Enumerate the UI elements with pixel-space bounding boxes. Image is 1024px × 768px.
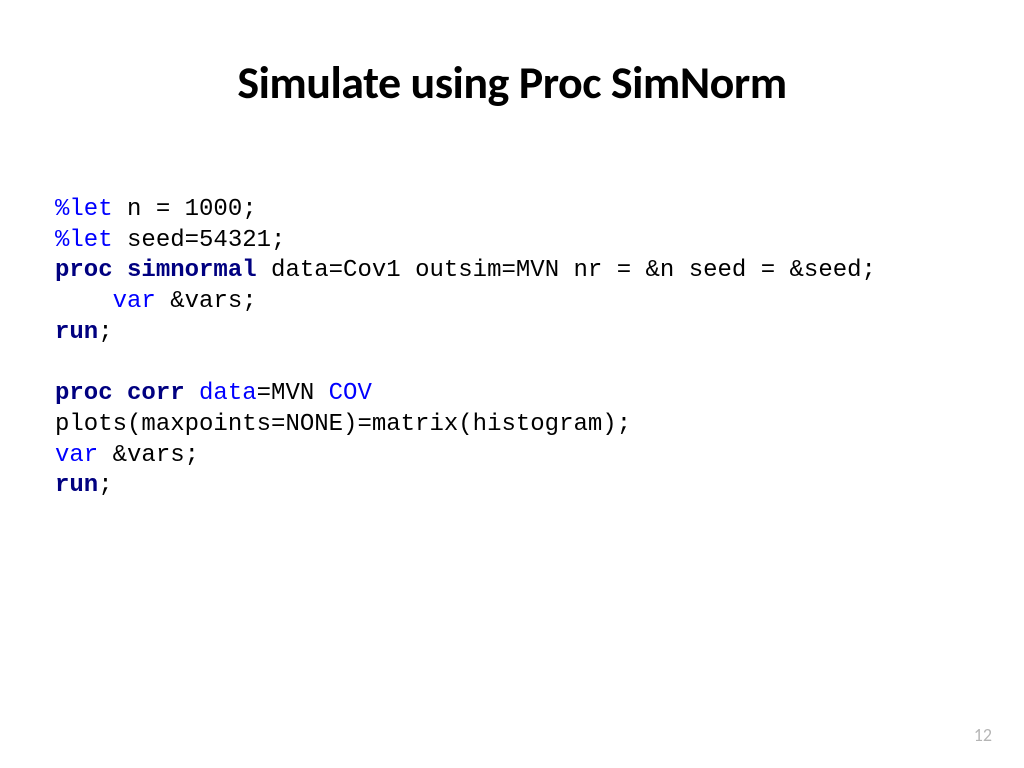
code-text: [185, 380, 199, 407]
code-keyword-run: run: [55, 319, 98, 346]
code-text: seed=54321;: [113, 227, 286, 254]
code-keyword-cov: COV: [329, 380, 372, 407]
code-block: %let n = 1000; %let seed=54321; proc sim…: [55, 195, 876, 502]
code-text: ;: [98, 472, 112, 499]
code-text: data=Cov1 outsim=MVN nr = &n seed = &see…: [257, 257, 876, 284]
code-text: ;: [98, 319, 112, 346]
code-keyword-simnormal: simnormal: [127, 257, 257, 284]
code-keyword-proc: proc: [55, 380, 113, 407]
code-text: [113, 257, 127, 284]
code-keyword-var: var: [55, 442, 98, 469]
code-keyword-let: %let: [55, 196, 113, 223]
code-text: =MVN: [257, 380, 329, 407]
slide-title: Simulate using Proc SimNorm: [0, 55, 1024, 111]
code-text: plots(maxpoints=NONE)=matrix(histogram);: [55, 411, 631, 438]
code-keyword-data: data: [199, 380, 257, 407]
code-blank-line: [55, 350, 69, 377]
code-keyword-var: var: [55, 288, 156, 315]
code-keyword-run: run: [55, 472, 98, 499]
code-text: [113, 380, 127, 407]
code-text: &vars;: [156, 288, 257, 315]
code-text: n = 1000;: [113, 196, 257, 223]
code-keyword-let: %let: [55, 227, 113, 254]
code-keyword-corr: corr: [127, 380, 185, 407]
code-keyword-proc: proc: [55, 257, 113, 284]
code-text: &vars;: [98, 442, 199, 469]
slide: Simulate using Proc SimNorm %let n = 100…: [0, 0, 1024, 768]
page-number: 12: [974, 724, 992, 746]
